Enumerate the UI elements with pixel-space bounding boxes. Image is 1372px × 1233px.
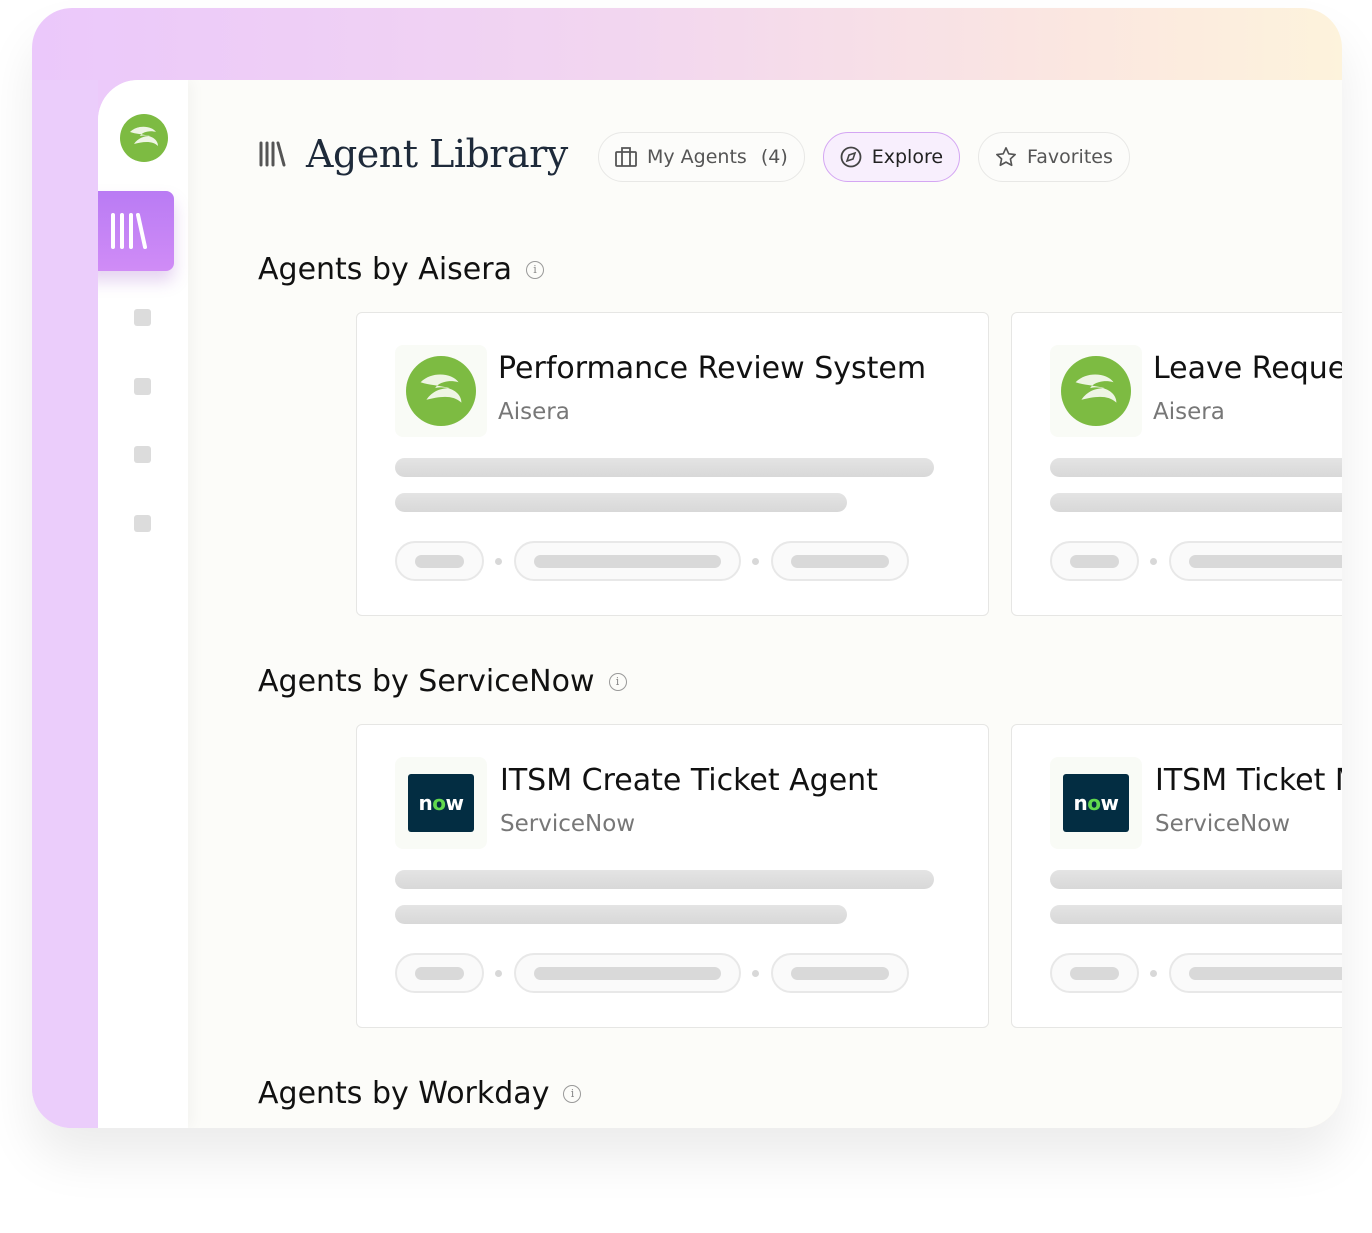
skeleton-tag (771, 541, 909, 581)
agent-logo (395, 345, 487, 437)
section-title: Agents by Aisera i (258, 252, 544, 287)
tab-my-agents[interactable]: My Agents (4) (598, 132, 805, 182)
tab-favorites[interactable]: Favorites (978, 132, 1130, 182)
servicenow-logo: now (1063, 774, 1129, 832)
agent-name: Leave Request Agent (1153, 351, 1342, 386)
sidebar-item[interactable] (134, 378, 151, 395)
aisera-logo-icon (406, 356, 476, 426)
tab-bar: My Agents (4) Explore Favorites (598, 132, 1130, 182)
skeleton-tag (1050, 953, 1139, 993)
agent-org: Aisera (1153, 399, 1225, 425)
agent-card[interactable]: n o w ITSM Create Ticket Agent ServiceNow (356, 724, 989, 1028)
skeleton-line (395, 870, 934, 889)
sidebar (98, 80, 188, 1128)
agent-org: ServiceNow (1155, 811, 1291, 837)
agent-card[interactable]: Performance Review System Aisera (356, 312, 989, 616)
briefcase-icon (615, 147, 637, 167)
agent-name: ITSM Ticket Management (1155, 763, 1342, 798)
main-content: Agent Library My Agents (4) Explore Favor… (258, 80, 1342, 1128)
skeleton-line (395, 905, 847, 924)
section-title: Agents by Workday i (258, 1076, 582, 1111)
separator-dot (495, 558, 502, 565)
app-frame: Agent Library My Agents (4) Explore Favor… (32, 8, 1342, 1128)
star-icon (996, 147, 1017, 167)
library-books-icon (111, 213, 147, 249)
servicenow-logo: now (408, 774, 474, 832)
skeleton-line (1050, 870, 1342, 889)
sidebar-item[interactable] (134, 309, 151, 326)
sidebar-item[interactable] (134, 515, 151, 532)
skeleton-tag (514, 953, 741, 993)
sidebar-item[interactable] (134, 446, 151, 463)
separator-dot (752, 558, 759, 565)
library-books-icon (259, 141, 286, 167)
separator-dot (495, 970, 502, 977)
separator-dot (1150, 970, 1157, 977)
section-title: Agents by ServiceNow i (258, 664, 627, 699)
skeleton-tag (514, 541, 741, 581)
agent-card[interactable]: now ITSM Ticket Management ServiceNow (1011, 724, 1342, 1028)
sidebar-item-library[interactable] (98, 191, 174, 271)
agent-org: ServiceNow (500, 811, 636, 837)
agent-logo (1050, 345, 1142, 437)
skeleton-line (395, 458, 934, 477)
aisera-logo-icon[interactable] (120, 114, 168, 162)
tab-explore[interactable]: Explore (822, 132, 961, 182)
separator-dot (752, 970, 759, 977)
page-header: Agent Library (258, 132, 568, 176)
agent-logo: now (395, 757, 487, 849)
agent-name: ITSM Create Ticket Agent (500, 763, 878, 798)
app-panel: Agent Library My Agents (4) Explore Favor… (98, 80, 1342, 1128)
skeleton-tag (1169, 953, 1342, 993)
skeleton-line (1050, 493, 1342, 512)
skeleton-line (395, 493, 847, 512)
skeleton-line (1050, 458, 1342, 477)
aisera-logo-icon (1061, 356, 1131, 426)
agent-logo: now (1050, 757, 1142, 849)
skeleton-tag (395, 541, 484, 581)
skeleton-line (1050, 905, 1342, 924)
info-icon[interactable]: i (525, 260, 544, 279)
skeleton-tag (395, 953, 484, 993)
agent-count: (4) (760, 146, 788, 168)
agent-card[interactable]: Leave Request Agent Aisera (1011, 312, 1342, 616)
skeleton-tag (771, 953, 909, 993)
skeleton-tag (1050, 541, 1139, 581)
info-icon[interactable]: i (608, 672, 627, 691)
page-title: Agent Library (306, 132, 568, 176)
info-icon[interactable]: i (563, 1084, 582, 1103)
separator-dot (1150, 558, 1157, 565)
skeleton-tag (1169, 541, 1342, 581)
agent-org: Aisera (498, 399, 570, 425)
compass-icon (840, 146, 862, 168)
agent-name: Performance Review System (498, 351, 927, 386)
